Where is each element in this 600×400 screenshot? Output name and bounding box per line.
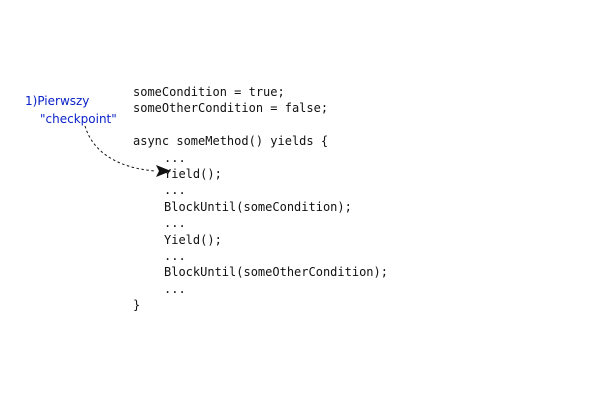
code-line: BlockUntil(someCondition); [164,199,352,214]
code-line: BlockUntil(someOtherCondition); [164,265,388,280]
code-block: someCondition = true; someOtherCondition… [133,84,388,313]
code-line: Yield(); [164,232,222,247]
code-line: ... [164,150,186,165]
code-line: ... [164,248,186,263]
code-line-first-checkpoint: Yield(); [164,166,222,181]
diagram-canvas: 1)Pierwszy "checkpoint" someCondition = … [0,0,600,400]
code-line: } [133,298,141,313]
code-line: ... [164,183,186,198]
code-line: ... [164,281,186,296]
code-line: ... [164,216,186,231]
code-line: someCondition = true; [133,85,285,99]
code-line: someOtherCondition = false; [133,101,329,116]
code-line: async someMethod() yields { [133,134,329,149]
